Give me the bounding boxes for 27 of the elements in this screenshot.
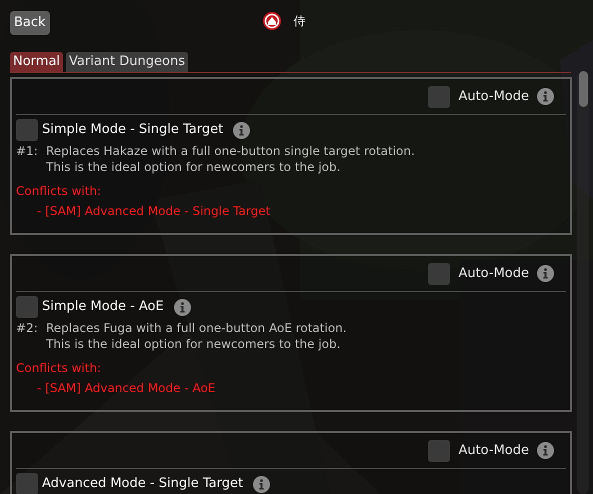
conflicts-heading: Conflicts with: <box>16 183 102 200</box>
feature-title: Advanced Mode - Single Target <box>42 475 244 494</box>
description-line: This is the ideal option for newcomers to the job. <box>46 159 342 175</box>
checkbox[interactable] <box>16 473 38 494</box>
conflict-item: - [SAM] Advanced Mode - AoE <box>36 380 216 397</box>
auto-mode-label: Auto-Mode <box>458 88 529 106</box>
feature-title: Simple Mode - Single Target <box>42 121 224 140</box>
description-line: This is the ideal option for newcomers to the job. <box>46 336 342 352</box>
checkbox[interactable] <box>428 262 450 284</box>
auto-mode-label: Auto-Mode <box>458 442 529 460</box>
checkbox[interactable] <box>16 119 38 141</box>
tab[interactable]: Variant Dungeons <box>66 52 188 72</box>
conflicts-heading: Conflicts with: <box>16 360 102 377</box>
tab[interactable]: Normal <box>10 52 64 72</box>
checkbox[interactable] <box>428 440 450 462</box>
window-title: 侍 <box>294 13 306 30</box>
feature-title: Simple Mode - AoE <box>42 298 164 316</box>
checkbox[interactable] <box>428 86 450 108</box>
description-line: Replaces Fuga with a full one-button AoE rotation. <box>46 320 347 336</box>
checkbox[interactable] <box>16 296 38 318</box>
conflict-item: - [SAM] Advanced Mode - Single Target <box>36 203 272 220</box>
feature-number: #2: <box>16 320 39 337</box>
description-line: Replaces Hakaze with a full one-button single target rotation. <box>46 143 415 159</box>
back-button[interactable]: Back <box>10 11 50 35</box>
feature-number: #1: <box>16 143 39 160</box>
job-emblem-icon <box>262 11 282 31</box>
auto-mode-label: Auto-Mode <box>458 264 529 283</box>
